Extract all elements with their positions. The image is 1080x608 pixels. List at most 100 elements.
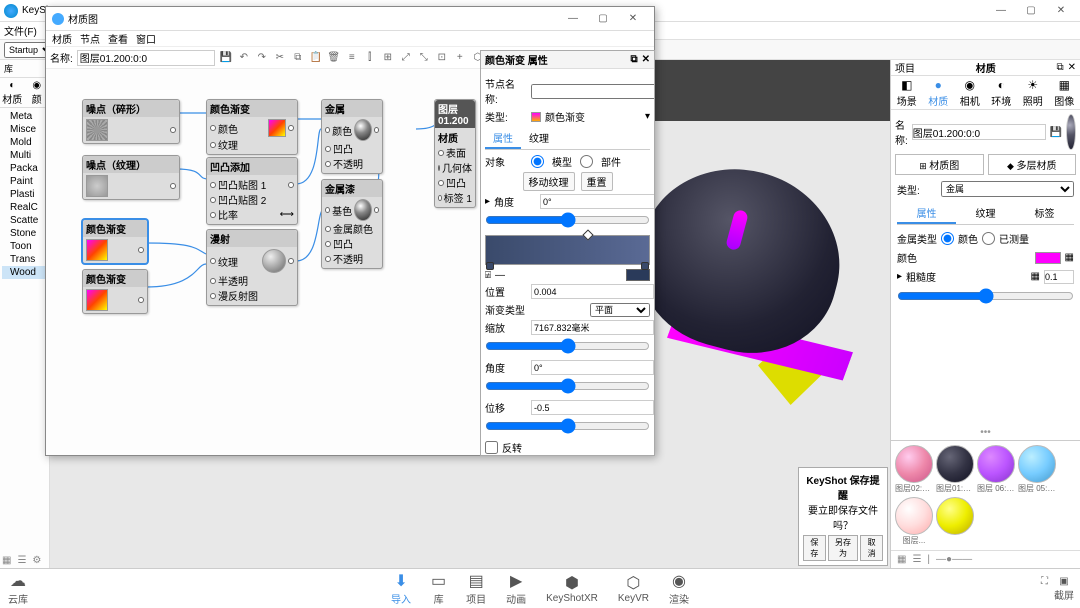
roughness-input[interactable] <box>1044 270 1074 284</box>
shift-input[interactable] <box>531 400 654 415</box>
library-tree[interactable]: MetaMisceMold MultiPackaPaint PlastiReal… <box>0 108 49 281</box>
angle2-input[interactable] <box>531 360 654 375</box>
invert-checkbox[interactable] <box>485 441 498 454</box>
node-color-gradient-2[interactable]: 颜色渐变 <box>82 269 148 314</box>
tab-properties[interactable]: 属性 <box>485 128 521 149</box>
ftab-library[interactable]: ▭库 <box>431 571 446 606</box>
cloud-library-button[interactable]: ☁云库 <box>8 571 28 606</box>
dock-tab-project[interactable]: 项目 <box>895 60 915 75</box>
delete-stop-icon[interactable]: — <box>495 270 505 281</box>
ftab-animation[interactable]: ▶动画 <box>506 571 526 606</box>
mg-menu-material[interactable]: 材质 <box>52 31 72 46</box>
subtab-texture[interactable]: 纹理 <box>956 203 1015 224</box>
subtab-properties[interactable]: 属性 <box>897 203 956 224</box>
dock-undock-icon[interactable]: ⧉ <box>1056 62 1063 73</box>
color-texture-icon[interactable]: ▦ <box>1065 252 1074 263</box>
color-swatch[interactable] <box>1035 252 1061 264</box>
mg-menu-node[interactable]: 节点 <box>80 31 100 46</box>
dialog-max-icon[interactable]: ▢ <box>588 9 618 29</box>
swatch-list-icon[interactable]: ☰ <box>912 554 921 565</box>
save-button[interactable]: 保存 <box>803 535 826 561</box>
shift-slider[interactable] <box>485 418 650 434</box>
menu-file[interactable]: 文件(F) <box>4 23 37 38</box>
rd-name-input[interactable] <box>912 124 1046 140</box>
redo-icon[interactable]: ↷ <box>255 51 269 65</box>
material-graph-button[interactable]: ⊞ 材质图 <box>895 154 984 175</box>
align-v-icon[interactable]: ⫿ <box>363 51 377 65</box>
node-diffuse[interactable]: 漫射 纹理 半透明 漫反射图 <box>206 229 298 306</box>
screenshot-button[interactable]: ▣截屏 <box>1054 576 1074 602</box>
multi-material-button[interactable]: ◆ 多层材质 <box>988 154 1077 175</box>
ftab-keyshotxr[interactable]: ⬢KeyShotXR <box>546 573 598 604</box>
swatch-item[interactable]: 图层 05:7... <box>1018 445 1056 494</box>
undo-icon[interactable]: ↶ <box>237 51 251 65</box>
mg-menu-window[interactable]: 窗口 <box>136 31 156 46</box>
scale-slider[interactable] <box>485 338 650 354</box>
minimize-icon[interactable]: — <box>986 1 1016 21</box>
ftab-project[interactable]: ▤项目 <box>466 571 486 606</box>
delete-icon[interactable]: 🗑 <box>327 51 341 65</box>
rd-tab-material[interactable]: ●材质 <box>923 76 955 109</box>
lib-view-grid-icon[interactable]: ▦ <box>2 555 11 566</box>
node-color-gradient-1[interactable]: 颜色渐变 <box>82 219 148 264</box>
props-close-icon[interactable]: ✕ <box>642 54 650 65</box>
tab-texture[interactable]: 纹理 <box>521 128 557 149</box>
mode-part-radio[interactable] <box>580 155 593 168</box>
maximize-icon[interactable]: ▢ <box>1016 1 1046 21</box>
saveas-button[interactable]: 另存为 <box>828 535 858 561</box>
swatch-item[interactable]: 图层 06:9... <box>977 445 1015 494</box>
layout-icon[interactable]: ⊞ <box>381 51 395 65</box>
fullscreen-icon[interactable]: ⛶ <box>1041 576 1048 602</box>
scale-input[interactable] <box>531 320 654 335</box>
reset-button[interactable]: 重置 <box>581 172 613 191</box>
angle-slider[interactable] <box>485 212 650 228</box>
cut-icon[interactable]: ✂ <box>273 51 287 65</box>
material-preview-sphere[interactable] <box>1066 114 1076 150</box>
fit-icon[interactable]: ⊡ <box>435 51 449 65</box>
dialog-min-icon[interactable]: — <box>558 9 588 29</box>
dock-close-icon[interactable]: ✕ <box>1068 62 1076 73</box>
stop-color-swatch[interactable] <box>626 269 650 281</box>
node-metal[interactable]: 金属 颜色 凹凸 不透明 <box>321 99 383 174</box>
swatch-item[interactable]: 图层02:25... <box>895 445 933 494</box>
rd-save-icon[interactable]: 💾 <box>1050 127 1062 138</box>
swatch-zoom-slider[interactable]: —●—— <box>936 554 972 565</box>
gradient-editor[interactable] <box>485 235 650 265</box>
material-type-select[interactable]: 金属 <box>941 181 1074 197</box>
eyedrop-icon[interactable]: ⍯ <box>485 270 491 281</box>
node-noise-fractal[interactable]: 噪点（碎形） <box>82 99 180 144</box>
subtab-label[interactable]: 标签 <box>1015 203 1074 224</box>
swatch-grid-icon[interactable]: ▦ <box>897 554 906 565</box>
gradtype-select[interactable]: 平面 <box>590 303 650 317</box>
move-texture-button[interactable]: 移动纹理 <box>523 172 575 191</box>
save-icon[interactable]: 💾 <box>219 51 233 65</box>
angle-input[interactable] <box>540 194 654 209</box>
add-icon[interactable]: + <box>453 51 467 65</box>
node-bump-add[interactable]: 凹凸添加 凹凸贴图 1 凹凸贴图 2 比率⟷ <box>206 157 298 225</box>
dialog-close-icon[interactable]: ✕ <box>618 9 648 29</box>
lib-view-list-icon[interactable]: ☰ <box>17 555 26 566</box>
lib-tab-material[interactable]: ◐材质 <box>0 78 25 107</box>
copy-icon[interactable]: ⧉ <box>291 51 305 65</box>
close-icon[interactable]: ✕ <box>1046 1 1076 21</box>
metaltype-color-radio[interactable] <box>941 232 954 245</box>
align-h-icon[interactable]: ≡ <box>345 51 359 65</box>
node-name-input[interactable] <box>531 84 654 99</box>
swatch-item[interactable]: 图层... <box>895 497 933 546</box>
paste-icon[interactable]: 📋 <box>309 51 323 65</box>
rd-tab-environment[interactable]: ◐环境 <box>986 76 1018 109</box>
angle2-slider[interactable] <box>485 378 650 394</box>
cancel-button[interactable]: 取消 <box>860 535 883 561</box>
ftab-keyvr[interactable]: ⬡KeyVR <box>618 573 649 604</box>
node-color-gradient-top[interactable]: 颜色渐变 颜色 纹理 <box>206 99 298 155</box>
metaltype-measured-radio[interactable] <box>982 232 995 245</box>
rd-tab-camera[interactable]: ◉相机 <box>954 76 986 109</box>
rd-tab-scene[interactable]: ◧场景 <box>891 76 923 109</box>
swatch-item[interactable] <box>936 497 974 546</box>
dock-icon[interactable]: ⧉ <box>630 54 637 65</box>
mg-name-input[interactable] <box>77 50 215 66</box>
rd-tab-lighting[interactable]: ☀照明 <box>1017 76 1049 109</box>
position-input[interactable] <box>531 284 654 299</box>
node-metal-paint[interactable]: 金属漆 基色 金属颜色 凹凸 不透明 <box>321 179 383 269</box>
roughness-slider[interactable] <box>897 288 1074 304</box>
